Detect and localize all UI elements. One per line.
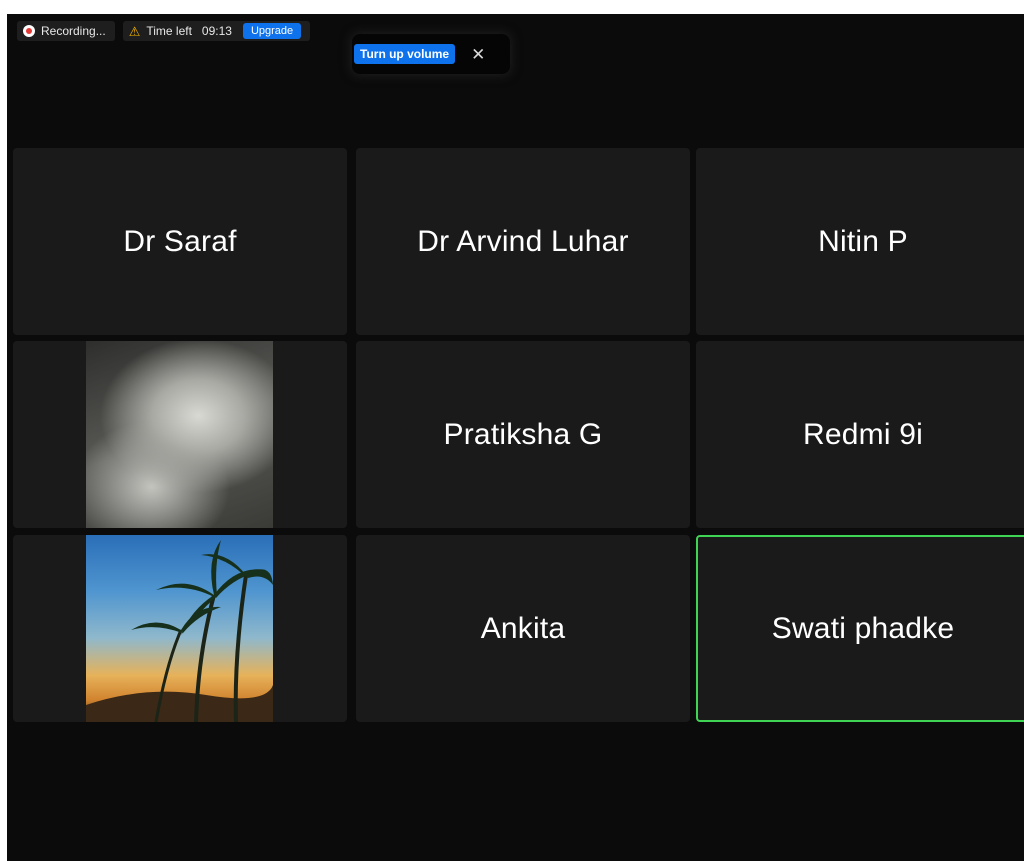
recording-label: Recording... — [41, 24, 106, 38]
time-left-label: Time left — [146, 24, 192, 38]
participant-tile-video[interactable] — [13, 535, 347, 722]
camera-feed-noise — [86, 341, 273, 528]
participant-tile[interactable]: Dr Arvind Luhar — [356, 148, 690, 335]
participant-name: Dr Saraf — [123, 224, 237, 258]
participant-name: Nitin P — [818, 224, 908, 258]
participant-tile[interactable]: Dr Saraf — [13, 148, 347, 335]
participant-tile[interactable]: Redmi 9i — [696, 341, 1024, 528]
volume-toast: Turn up volume ✕ — [352, 34, 510, 74]
turn-up-volume-button[interactable]: Turn up volume — [354, 44, 456, 64]
participant-name: Pratiksha G — [443, 417, 603, 451]
meeting-window: Recording... ⚠ Time left 09:13 Upgrade T… — [7, 14, 1024, 861]
time-left-indicator: ⚠ Time left 09:13 Upgrade — [122, 21, 311, 41]
upgrade-button[interactable]: Upgrade — [242, 23, 302, 39]
participant-name: Ankita — [480, 611, 566, 645]
recording-dot-icon — [23, 25, 35, 37]
recording-indicator[interactable]: Recording... — [17, 21, 115, 41]
participant-tile-active-speaker[interactable]: Swati phadke — [696, 535, 1024, 722]
warning-icon: ⚠ — [128, 23, 141, 39]
camera-feed-beach — [86, 535, 273, 722]
participant-name: Redmi 9i — [803, 417, 923, 451]
close-icon[interactable]: ✕ — [471, 46, 485, 63]
palm-tree-image — [86, 540, 273, 722]
participant-tile-video[interactable] — [13, 341, 347, 528]
participant-name: Swati phadke — [771, 611, 955, 645]
time-left-value: 09:13 — [201, 24, 232, 38]
participant-tile[interactable]: Ankita — [356, 535, 690, 722]
participant-tile[interactable]: Nitin P — [696, 148, 1024, 335]
status-bar: Recording... ⚠ Time left 09:13 Upgrade — [17, 21, 311, 41]
participant-name: Dr Arvind Luhar — [417, 224, 629, 258]
participant-tile[interactable]: Pratiksha G — [356, 341, 690, 528]
